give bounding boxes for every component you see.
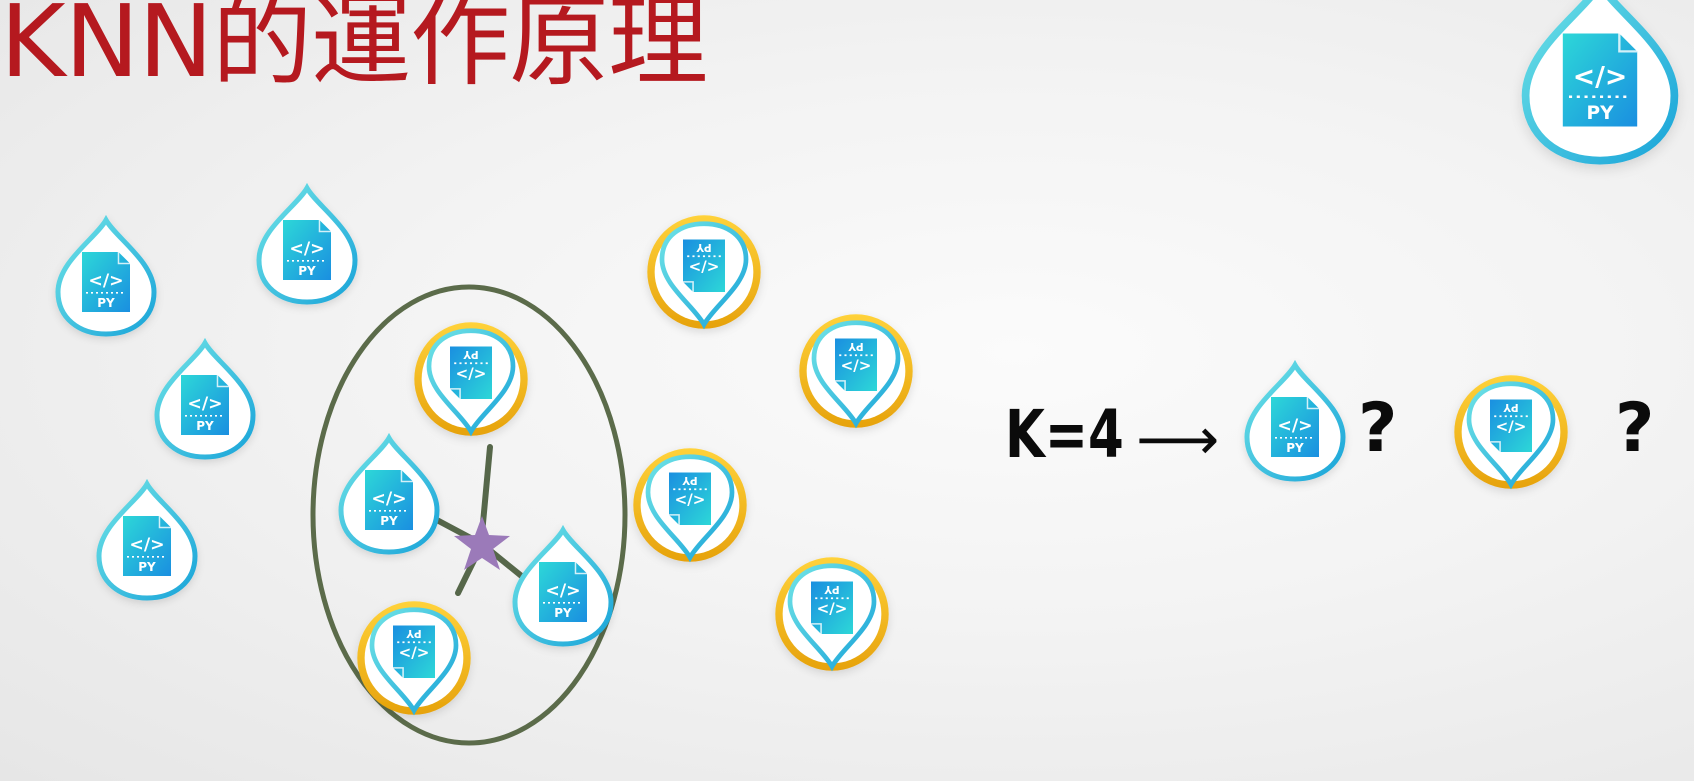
svg-text:</>: </>: [689, 258, 720, 276]
py-file-label: PY: [463, 348, 479, 360]
svg-text:</>: </>: [129, 535, 164, 555]
yellow-python-file-icon: </> PY: [775, 557, 889, 672]
legend-blue-python-file-icon: </> PY: [1244, 359, 1346, 482]
py-file-label: PY: [848, 340, 864, 352]
svg-text:</>: </>: [289, 239, 324, 259]
svg-text:</>: </>: [1573, 62, 1628, 93]
yellow-python-file-icon: </> PY: [647, 215, 761, 330]
py-file-label: PY: [696, 241, 712, 253]
svg-text:</>: </>: [817, 600, 848, 618]
blue-python-file-icon: </> PY: [55, 214, 157, 337]
svg-text:</>: </>: [675, 491, 706, 509]
yellow-python-file-icon: </> PY: [799, 314, 913, 429]
legend-yellow-python-file-icon: </> PY: [1454, 375, 1568, 490]
knn-diagram: </> PY </> PY </> PY </> PY </> PY </> PY </> PY </> P…: [55, 0, 1679, 746]
svg-text:</>: </>: [399, 644, 430, 662]
py-file-label: PY: [554, 606, 572, 620]
svg-text:</>: </>: [456, 365, 487, 383]
question-mark-yellow: ?: [1615, 389, 1655, 468]
slide: KNN的運作原理 </> PY </> PY </> PY </> PY </>…: [0, 0, 1694, 781]
svg-text:</>: </>: [88, 271, 123, 291]
yellow-python-file-icon: </> PY: [357, 601, 471, 716]
yellow-python-file-icon: </> PY: [414, 322, 528, 437]
py-file-label: PY: [380, 514, 398, 528]
blue-class-points: </> PY </> PY </> PY </> PY </> PY </> PY: [55, 182, 614, 647]
svg-text:</>: </>: [545, 581, 580, 601]
blue-python-file-icon: </> PY: [256, 182, 358, 305]
neighbor-distance-lines: [432, 444, 527, 596]
blue-python-file-icon: </> PY: [96, 478, 198, 601]
svg-text:</>: </>: [187, 394, 222, 414]
py-file-label: PY: [1586, 103, 1614, 124]
py-file-label: PY: [1503, 401, 1519, 413]
py-file-label: PY: [824, 583, 840, 595]
yellow-python-file-icon: </> PY: [633, 448, 747, 563]
py-file-label: PY: [298, 264, 316, 278]
blue-python-file-icon: </> PY: [154, 337, 256, 460]
blue-python-file-icon: </> PY: [338, 432, 440, 555]
py-file-label: PY: [682, 474, 698, 486]
blue-python-file-icon: </> PY: [512, 524, 614, 647]
svg-text:</>: </>: [371, 489, 406, 509]
arrow-icon: ⟶: [1136, 405, 1220, 473]
py-file-label: PY: [97, 296, 115, 310]
k-value-label: K=4: [1005, 395, 1124, 473]
svg-text:</>: </>: [1277, 416, 1312, 436]
py-file-label: PY: [406, 627, 422, 639]
legend-icons: </> PY </> PY </> PY: [1244, 0, 1679, 490]
py-file-label: PY: [196, 419, 214, 433]
question-mark-blue: ?: [1358, 389, 1398, 468]
svg-text:</>: </>: [1496, 418, 1527, 436]
corner-python-logo-icon: </> PY: [1521, 0, 1679, 165]
py-file-label: PY: [1286, 441, 1304, 455]
svg-text:</>: </>: [841, 357, 872, 375]
py-file-label: PY: [138, 560, 156, 574]
